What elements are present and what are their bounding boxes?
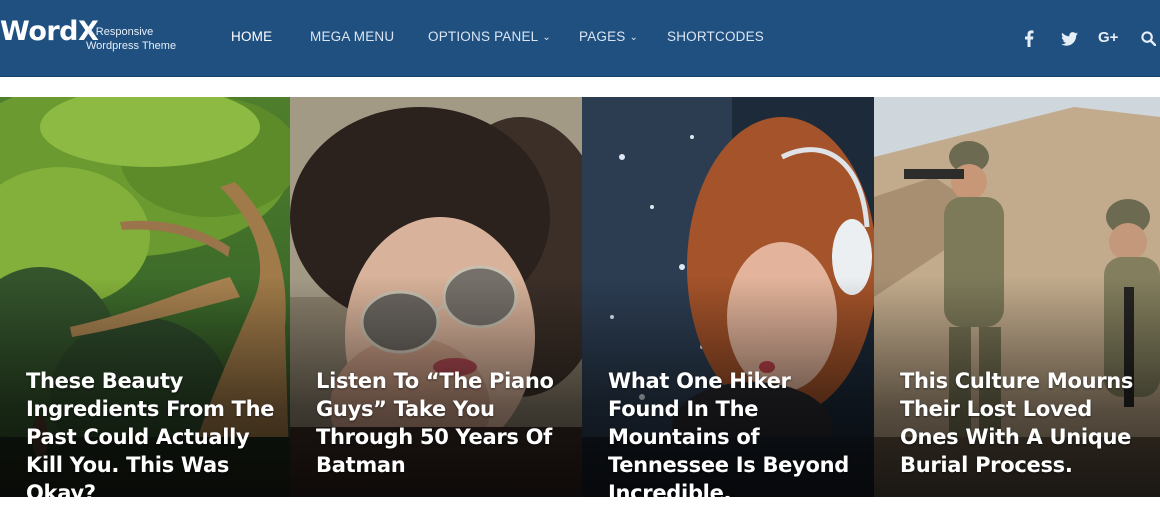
- nav-item-label: HOME: [231, 29, 273, 44]
- nav-item-shortcodes[interactable]: SHORTCODES: [667, 29, 764, 44]
- nav-item-label: OPTIONS PANEL: [428, 29, 539, 44]
- tagline-line-1: A Responsive: [86, 26, 154, 38]
- post-title[interactable]: Listen To “The Piano Guys” Take You Thro…: [316, 367, 574, 479]
- site-tagline: A Responsive Wordpress Theme: [86, 25, 176, 53]
- tagline-line-2: Wordpress Theme: [86, 40, 177, 52]
- nav-item-pages[interactable]: PAGES ⌄: [579, 29, 638, 44]
- post-card[interactable]: Listen To “The Piano Guys” Take You Thro…: [290, 97, 582, 497]
- search-icon[interactable]: [1141, 31, 1156, 46]
- nav-item-label: PAGES: [579, 29, 626, 44]
- post-card[interactable]: This Culture Mourns Their Lost Loved One…: [874, 97, 1160, 497]
- post-title[interactable]: These Beauty Ingredients From The Past C…: [26, 367, 282, 497]
- facebook-icon[interactable]: [1024, 30, 1034, 47]
- google-plus-icon[interactable]: G+: [1098, 29, 1118, 46]
- post-title[interactable]: This Culture Mourns Their Lost Loved One…: [900, 367, 1152, 479]
- site-logo[interactable]: WordX: [0, 16, 99, 47]
- nav-item-label: MEGA MENU: [310, 29, 395, 44]
- twitter-icon[interactable]: [1061, 32, 1078, 46]
- post-card[interactable]: What One Hiker Found In The Mountains of…: [582, 97, 874, 497]
- nav-item-label: SHORTCODES: [667, 29, 765, 44]
- google-plus-label: G+: [1098, 29, 1119, 46]
- chevron-down-icon: ⌄: [542, 32, 551, 43]
- post-title[interactable]: What One Hiker Found In The Mountains of…: [608, 367, 866, 497]
- nav-item-mega-menu[interactable]: MEGA MENU: [310, 29, 394, 44]
- top-navigation-bar: WordX A Responsive Wordpress Theme HOME …: [0, 0, 1160, 77]
- nav-item-options-panel[interactable]: OPTIONS PANEL ⌄: [428, 29, 551, 44]
- chevron-down-icon: ⌄: [629, 32, 639, 43]
- featured-posts-grid: These Beauty Ingredients From The Past C…: [0, 97, 1160, 497]
- post-card[interactable]: These Beauty Ingredients From The Past C…: [0, 97, 290, 497]
- nav-item-home[interactable]: HOME: [231, 29, 272, 44]
